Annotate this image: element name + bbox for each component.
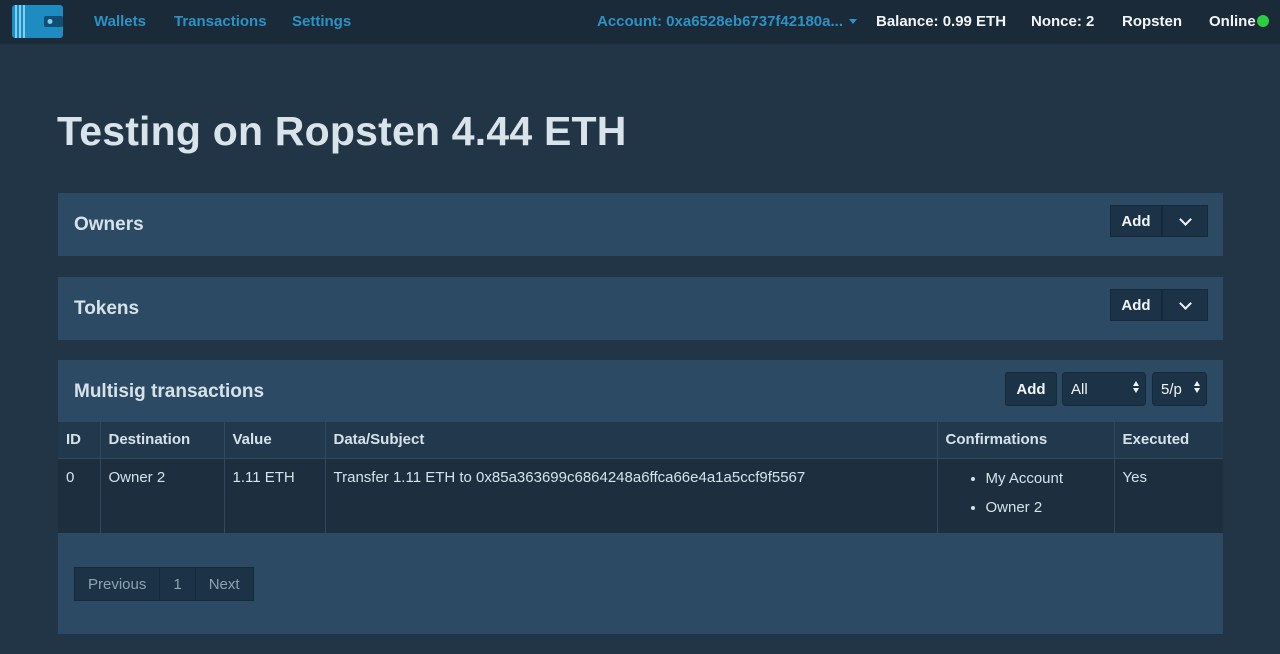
add-transaction-button[interactable]: Add <box>1005 372 1057 406</box>
nav-transactions-link[interactable]: Transactions <box>174 13 267 30</box>
multisig-panel-title: Multisig transactions <box>74 381 265 402</box>
table-header-row: ID Destination Value Data/Subject Confir… <box>58 422 1223 459</box>
tokens-collapse-button[interactable] <box>1162 289 1208 321</box>
account-dropdown[interactable]: Account: 0xa6528eb6737f42180a... <box>597 13 857 30</box>
column-header-executed[interactable]: Executed <box>1114 422 1223 459</box>
updown-arrows-icon <box>1194 381 1200 393</box>
chevron-down-icon <box>1178 212 1192 226</box>
filter-select[interactable]: All <box>1062 372 1146 406</box>
cell-data: Transfer 1.11 ETH to 0x85a363699c6864248… <box>325 458 938 533</box>
tokens-panel: Tokens Add <box>58 277 1223 340</box>
cell-value: 1.11 ETH <box>224 458 326 533</box>
per-page-select[interactable]: 5/p <box>1152 372 1207 406</box>
cell-destination: Owner 2 <box>100 458 225 533</box>
add-token-button[interactable]: Add <box>1110 289 1162 321</box>
column-header-value[interactable]: Value <box>224 422 326 459</box>
account-label: Account: 0xa6528eb6737f42180a... <box>597 13 843 30</box>
chevron-down-icon <box>1178 296 1192 310</box>
caret-down-icon <box>848 19 857 24</box>
filter-select-value: All <box>1071 380 1088 398</box>
status-text: Online <box>1209 13 1256 30</box>
table-row[interactable]: 0 Owner 2 1.11 ETH Transfer 1.11 ETH to … <box>58 458 1223 533</box>
column-header-id[interactable]: ID <box>58 422 101 459</box>
top-navbar: Wallets Transactions Settings Account: 0… <box>0 0 1280 44</box>
nav-wallets-link[interactable]: Wallets <box>94 13 146 30</box>
nonce-text: Nonce: 2 <box>1031 13 1095 30</box>
page-title: Testing on Ropsten 4.44 ETH <box>57 108 627 154</box>
cell-executed: Yes <box>1114 458 1223 533</box>
network-text: Ropsten <box>1122 13 1182 30</box>
multisig-panel: Multisig transactions Add All 5/p ID Des… <box>58 360 1223 634</box>
tokens-panel-title: Tokens <box>74 298 140 319</box>
wallet-icon[interactable] <box>12 5 63 38</box>
column-header-confirmations[interactable]: Confirmations <box>937 422 1115 459</box>
confirmation-item: Owner 2 <box>986 498 1106 517</box>
owners-panel: Owners Add <box>58 193 1223 256</box>
confirmations-list: My Account Owner 2 <box>946 469 1106 517</box>
owners-panel-title: Owners <box>74 214 144 235</box>
pagination: Previous 1 Next <box>74 567 254 601</box>
column-header-destination[interactable]: Destination <box>100 422 225 459</box>
owners-collapse-button[interactable] <box>1162 205 1208 237</box>
online-status-icon <box>1257 15 1269 27</box>
balance-text: Balance: 0.99 ETH <box>876 13 1007 30</box>
cell-id: 0 <box>58 458 101 533</box>
per-page-select-value: 5/p <box>1161 380 1182 398</box>
updown-arrows-icon <box>1133 381 1139 393</box>
column-header-data[interactable]: Data/Subject <box>325 422 938 459</box>
transactions-table: ID Destination Value Data/Subject Confir… <box>58 422 1223 533</box>
confirmation-item: My Account <box>986 469 1106 488</box>
pagination-page-1[interactable]: 1 <box>160 568 196 600</box>
cell-confirmations: My Account Owner 2 <box>937 458 1115 533</box>
pagination-next[interactable]: Next <box>196 568 253 600</box>
pagination-previous[interactable]: Previous <box>75 568 161 600</box>
add-owner-button[interactable]: Add <box>1110 205 1162 237</box>
nav-settings-link[interactable]: Settings <box>292 13 351 30</box>
